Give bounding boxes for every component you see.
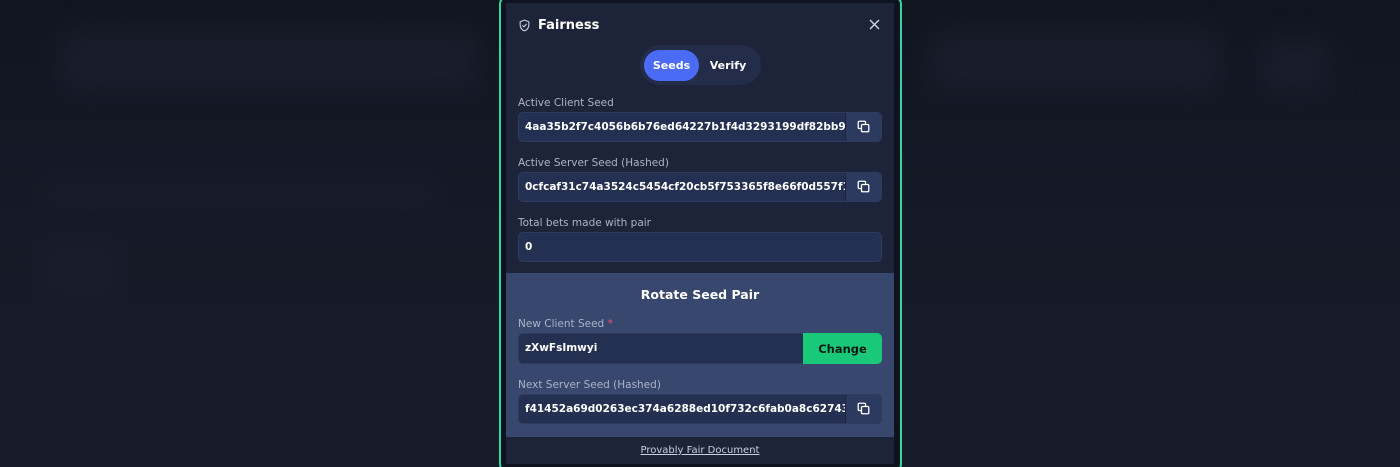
tab-verify[interactable]: Verify [699, 50, 757, 81]
change-button[interactable]: Change [803, 333, 882, 364]
new-client-seed-input[interactable]: zXwFsImwyi [518, 333, 804, 364]
copy-icon [857, 400, 870, 419]
new-client-seed-label: New Client Seed * [518, 318, 613, 330]
next-server-seed-label: Next Server Seed (Hashed) [518, 379, 661, 391]
copy-icon [857, 118, 870, 137]
active-client-seed-label: Active Client Seed [518, 97, 614, 109]
next-server-seed-field: f41452a69d0263ec374a6288ed10f732c6fab0a8… [518, 394, 882, 424]
copy-server-seed-button[interactable] [845, 173, 881, 201]
provably-fair-document-link[interactable]: Provably Fair Document [641, 445, 760, 456]
tab-seeds[interactable]: Seeds [644, 49, 699, 81]
modal-footer: Provably Fair Document [506, 437, 894, 464]
new-client-seed-label-text: New Client Seed [518, 318, 605, 330]
rotate-seed-title: Rotate Seed Pair [640, 287, 760, 302]
active-server-seed-value[interactable]: 0cfcaf31c74a3524c5454cf20cb5f753365f8e66… [519, 173, 845, 201]
shield-check-icon [518, 19, 531, 32]
next-server-seed-value[interactable]: f41452a69d0263ec374a6288ed10f732c6fab0a8… [519, 395, 845, 423]
active-client-seed-field: 4aa35b2f7c4056b6b76ed64227b1f4d3293199df… [518, 112, 882, 142]
modal-header: Fairness [518, 14, 882, 36]
copy-next-server-seed-button[interactable] [845, 395, 881, 423]
total-bets-value[interactable]: 0 [519, 233, 881, 261]
required-mark: * [607, 318, 613, 330]
close-icon[interactable] [866, 16, 882, 32]
copy-client-seed-button[interactable] [845, 113, 881, 141]
rotate-seed-section: Rotate Seed Pair New Client Seed * zXwFs… [506, 273, 894, 437]
modal-title: Fairness [538, 17, 600, 33]
active-client-seed-value[interactable]: 4aa35b2f7c4056b6b76ed64227b1f4d3293199df… [519, 113, 845, 141]
copy-icon [857, 178, 870, 197]
fairness-modal: Fairness Seeds Verify Active Client Seed… [506, 3, 894, 464]
total-bets-label: Total bets made with pair [518, 217, 651, 229]
total-bets-field: 0 [518, 232, 882, 262]
active-server-seed-label: Active Server Seed (Hashed) [518, 157, 669, 169]
active-server-seed-field: 0cfcaf31c74a3524c5454cf20cb5f753365f8e66… [518, 172, 882, 202]
fairness-tabs: Seeds Verify [640, 45, 761, 85]
